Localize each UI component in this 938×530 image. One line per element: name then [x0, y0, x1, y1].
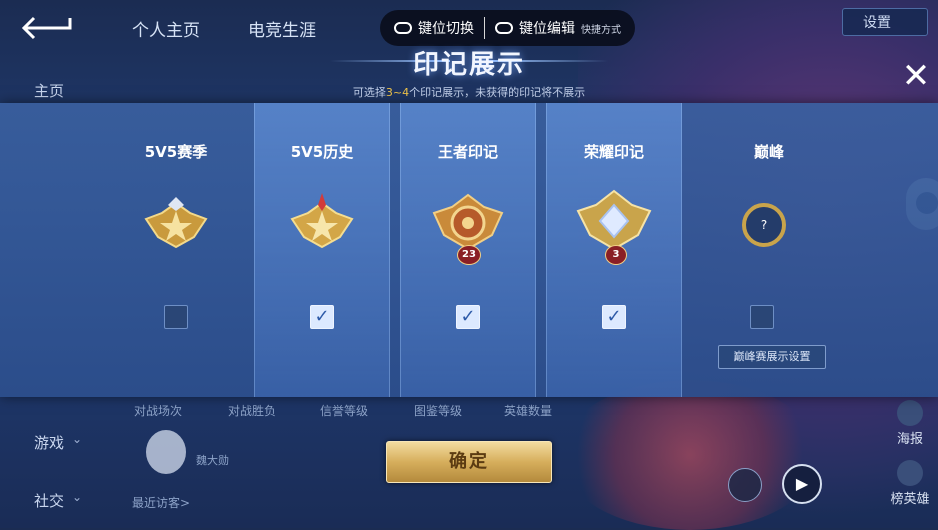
- badge-column-5v5-season[interactable]: 5V5赛季: [108, 103, 244, 397]
- player-name: 魏大勋: [196, 454, 229, 467]
- recent-visitors-link[interactable]: 最近访客>: [132, 494, 190, 511]
- checkbox[interactable]: [750, 305, 774, 329]
- key-edit-button[interactable]: 键位编辑 快捷方式: [495, 18, 621, 38]
- badge-label: 巅峰: [753, 143, 784, 161]
- checkbox[interactable]: ✓: [602, 305, 626, 329]
- sidebar-item-games[interactable]: 游戏 ⌄: [34, 432, 82, 453]
- gamepad-icon: [394, 22, 412, 34]
- season-badge-icon: [144, 197, 208, 249]
- badge-column-5v5-history[interactable]: 5V5历史 ✓: [254, 103, 390, 397]
- back-icon[interactable]: [20, 14, 76, 42]
- gamepad-icon: [495, 22, 513, 34]
- badge-level: 3: [605, 245, 627, 265]
- rank-icon: [897, 460, 923, 486]
- badge-column-king[interactable]: 王者印记 23 ✓: [400, 103, 536, 397]
- key-switch-button[interactable]: 键位切换: [394, 18, 474, 38]
- checkbox[interactable]: ✓: [310, 305, 334, 329]
- divider: [484, 17, 485, 39]
- stat-label: 英雄数量: [504, 404, 553, 418]
- peak-badge-icon: ?: [742, 203, 786, 247]
- checkbox[interactable]: [164, 305, 188, 329]
- stat-label: 对战场次: [134, 404, 183, 418]
- chevron-down-icon: ⌄: [72, 490, 83, 504]
- tab-esports[interactable]: 电竞生涯: [248, 16, 316, 41]
- background-art-blob: [560, 380, 820, 530]
- history-badge-icon: [290, 193, 354, 249]
- badge-label: 荣耀印记: [583, 143, 644, 161]
- badge-level: 23: [457, 245, 481, 265]
- badge-column-peak[interactable]: 巅峰 ? 巅峰赛展示设置: [694, 103, 844, 397]
- peak-display-settings-button[interactable]: 巅峰赛展示设置: [718, 345, 826, 369]
- close-button[interactable]: ✕: [900, 59, 932, 93]
- play-icon[interactable]: ▶: [782, 464, 822, 504]
- hero-rank-button[interactable]: 榜英雄: [884, 460, 936, 507]
- stat-label: 对战胜负: [228, 404, 277, 418]
- shortcut-label: 快捷方式: [581, 24, 621, 36]
- poster-button[interactable]: 海报: [888, 400, 932, 447]
- badge-label: 5V5赛季: [144, 143, 208, 161]
- confirm-button[interactable]: 确定: [386, 441, 552, 483]
- dialog-title: 印记展示: [412, 50, 525, 80]
- checkbox[interactable]: ✓: [456, 305, 480, 329]
- badge-panel: 5V5赛季 5V5历史 ✓ 王者印记 23 ✓ 荣耀印记 3 ✓ 巅峰 ? 巅峰…: [0, 103, 938, 397]
- chevron-down-icon: ⌄: [72, 432, 83, 446]
- person-icon[interactable]: [728, 468, 762, 502]
- settings-button[interactable]: 设置: [842, 8, 928, 36]
- badge-column-glory[interactable]: 荣耀印记 3 ✓: [546, 103, 682, 397]
- key-toolbar: 键位切换 键位编辑 快捷方式: [380, 10, 635, 46]
- poster-icon: [897, 400, 923, 426]
- avatar[interactable]: [146, 430, 186, 474]
- sidebar-item-social[interactable]: 社交 ⌄: [34, 490, 82, 511]
- badge-label: 王者印记: [437, 143, 498, 161]
- stat-label: 图鉴等级: [414, 404, 463, 418]
- stat-label: 信誉等级: [320, 404, 369, 418]
- badge-label: 5V5历史: [290, 143, 354, 161]
- dialog-subtitle: 可选择3~4个印记展示，未获得的印记将不展示: [352, 86, 586, 99]
- tab-profile[interactable]: 个人主页: [132, 16, 200, 41]
